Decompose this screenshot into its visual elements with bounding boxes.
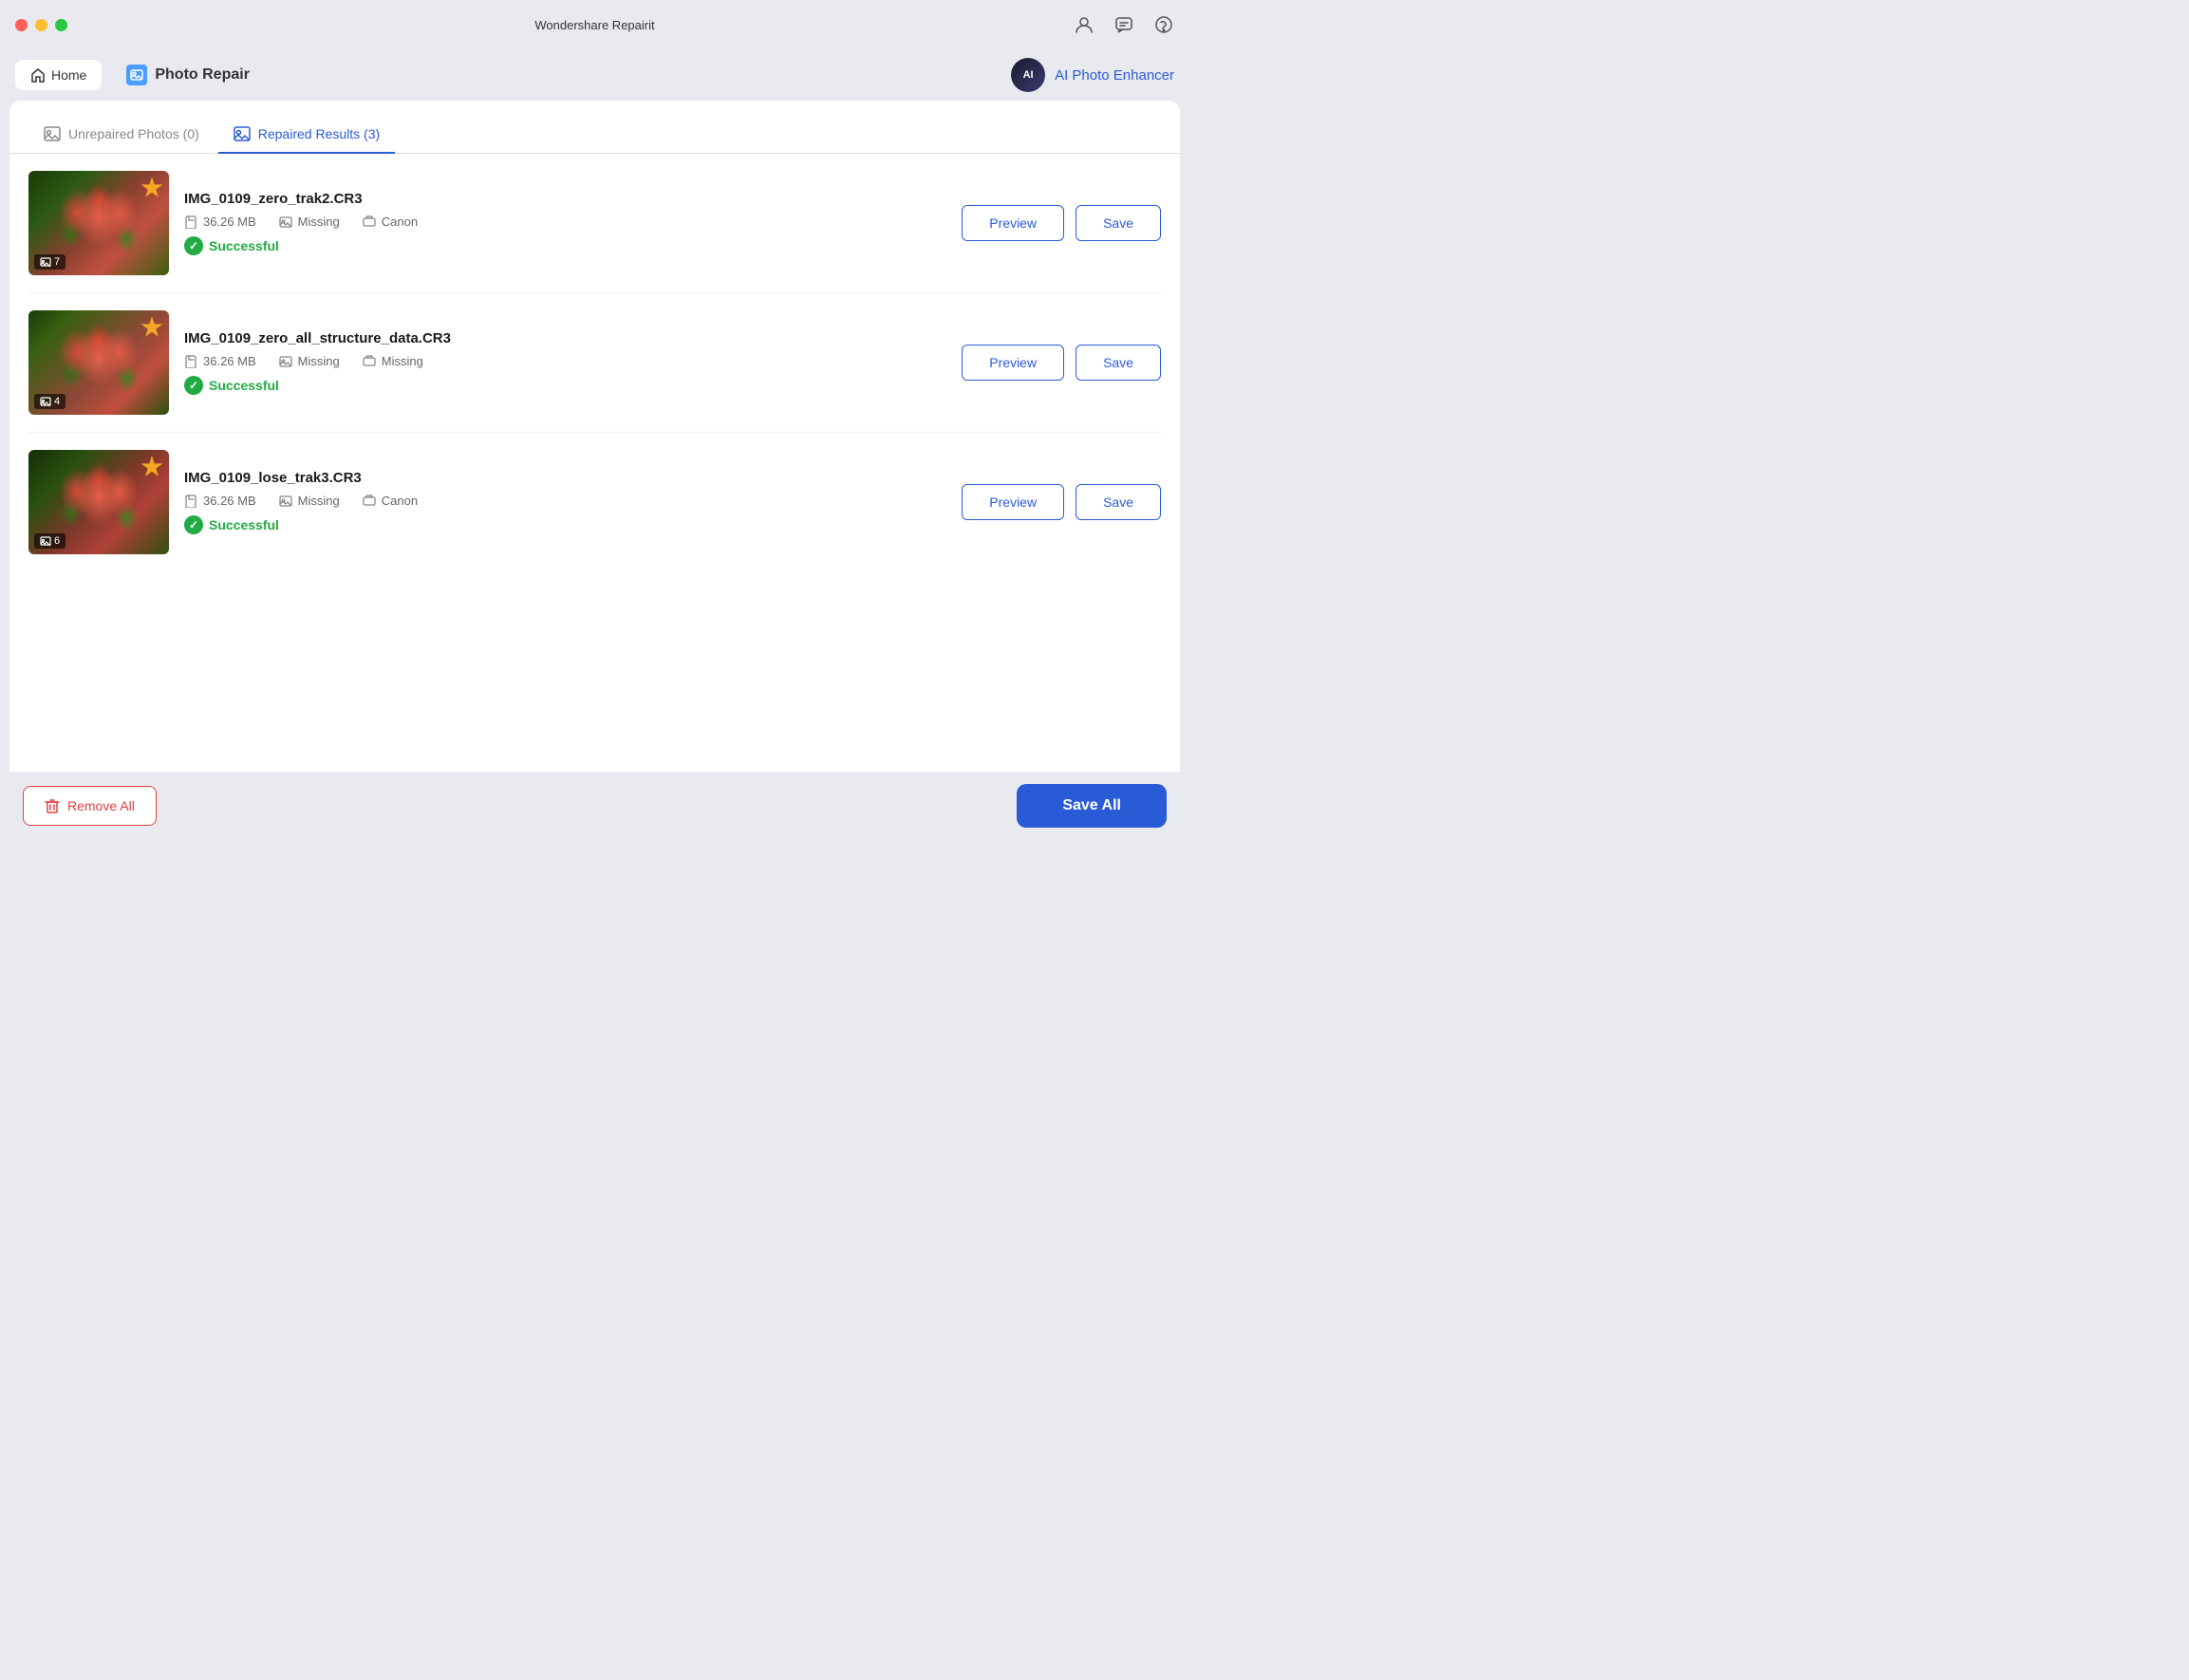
save-all-button[interactable]: Save All — [1017, 784, 1167, 828]
file-meta: 36.26 MB Missing Canon — [184, 215, 946, 229]
save-button[interactable]: Save — [1076, 205, 1161, 241]
preview-button[interactable]: Preview — [962, 484, 1064, 520]
file-field2: Canon — [363, 215, 418, 229]
file-field1: Missing — [279, 354, 340, 368]
remove-all-label: Remove All — [67, 798, 135, 813]
file-field2: Canon — [363, 494, 418, 508]
file-size: 36.26 MB — [184, 494, 256, 508]
photo-repair-icon — [126, 65, 147, 85]
preview-button[interactable]: Preview — [962, 345, 1064, 381]
thumbnail-wrap: 6 — [28, 450, 169, 554]
title-bar: Wondershare Repairit — [0, 0, 1189, 49]
file-status: ✓ Successful — [184, 236, 946, 255]
ai-icon: AI — [1011, 58, 1045, 92]
file-actions: Preview Save — [962, 484, 1161, 520]
home-label: Home — [51, 67, 86, 83]
file-name: IMG_0109_zero_trak2.CR3 — [184, 191, 946, 207]
file-info: IMG_0109_zero_all_structure_data.CR3 36.… — [184, 330, 946, 395]
file-field1: Missing — [279, 215, 340, 229]
ai-enhancer-label: AI Photo Enhancer — [1055, 67, 1174, 84]
tab-repaired[interactable]: Repaired Results (3) — [218, 116, 395, 154]
status-check-icon: ✓ — [184, 515, 203, 534]
ai-enhancer-nav[interactable]: AI AI Photo Enhancer — [1011, 58, 1174, 92]
preview-button[interactable]: Preview — [962, 205, 1064, 241]
file-info: IMG_0109_zero_trak2.CR3 36.26 MB Miss — [184, 191, 946, 255]
file-status: ✓ Successful — [184, 515, 946, 534]
file-status: ✓ Successful — [184, 376, 946, 395]
tabs: Unrepaired Photos (0) Repaired Results (… — [9, 101, 1180, 154]
support-icon[interactable] — [1153, 14, 1174, 35]
title-bar-actions — [1074, 14, 1174, 35]
window-title: Wondershare Repairit — [534, 18, 654, 32]
close-button[interactable] — [15, 19, 28, 31]
file-actions: Preview Save — [962, 345, 1161, 381]
file-name: IMG_0109_zero_all_structure_data.CR3 — [184, 330, 946, 346]
thumbnail-wrap: 4 — [28, 310, 169, 415]
status-check-icon: ✓ — [184, 376, 203, 395]
traffic-lights — [15, 19, 67, 31]
file-meta: 36.26 MB Missing Missing — [184, 354, 946, 368]
file-item: 6 IMG_0109_lose_trak3.CR3 36.26 MB — [28, 433, 1161, 571]
thumbnail-wrap: 7 — [28, 171, 169, 275]
file-field1: Missing — [279, 494, 340, 508]
photo-repair-label: Photo Repair — [155, 66, 250, 84]
thumbnail-count: 7 — [34, 254, 65, 270]
file-info: IMG_0109_lose_trak3.CR3 36.26 MB Miss — [184, 470, 946, 534]
photo-repair-nav[interactable]: Photo Repair — [111, 57, 265, 93]
remove-all-button[interactable]: Remove All — [23, 786, 157, 826]
file-list: 7 IMG_0109_zero_trak2.CR3 36.26 MB — [9, 154, 1180, 772]
home-nav-button[interactable]: Home — [15, 60, 102, 90]
thumbnail-count: 6 — [34, 533, 65, 549]
file-size: 36.26 MB — [184, 354, 256, 368]
account-icon[interactable] — [1074, 14, 1094, 35]
file-meta: 36.26 MB Missing Canon — [184, 494, 946, 508]
save-button[interactable]: Save — [1076, 345, 1161, 381]
tab-unrepaired[interactable]: Unrepaired Photos (0) — [28, 116, 215, 154]
nav-bar: Home Photo Repair AI AI Photo Enhancer — [0, 49, 1189, 101]
main-content: Unrepaired Photos (0) Repaired Results (… — [9, 101, 1180, 772]
thumbnail-count: 4 — [34, 394, 65, 409]
file-item: 7 IMG_0109_zero_trak2.CR3 36.26 MB — [28, 154, 1161, 293]
save-all-label: Save All — [1062, 797, 1121, 813]
save-button[interactable]: Save — [1076, 484, 1161, 520]
status-check-icon: ✓ — [184, 236, 203, 255]
file-item: 4 IMG_0109_zero_all_structure_data.CR3 3… — [28, 293, 1161, 433]
maximize-button[interactable] — [55, 19, 67, 31]
file-field2: Missing — [363, 354, 423, 368]
chat-icon[interactable] — [1113, 14, 1134, 35]
file-actions: Preview Save — [962, 205, 1161, 241]
file-size: 36.26 MB — [184, 215, 256, 229]
minimize-button[interactable] — [35, 19, 47, 31]
bottom-bar: Remove All Save All — [0, 772, 1189, 840]
file-name: IMG_0109_lose_trak3.CR3 — [184, 470, 946, 486]
